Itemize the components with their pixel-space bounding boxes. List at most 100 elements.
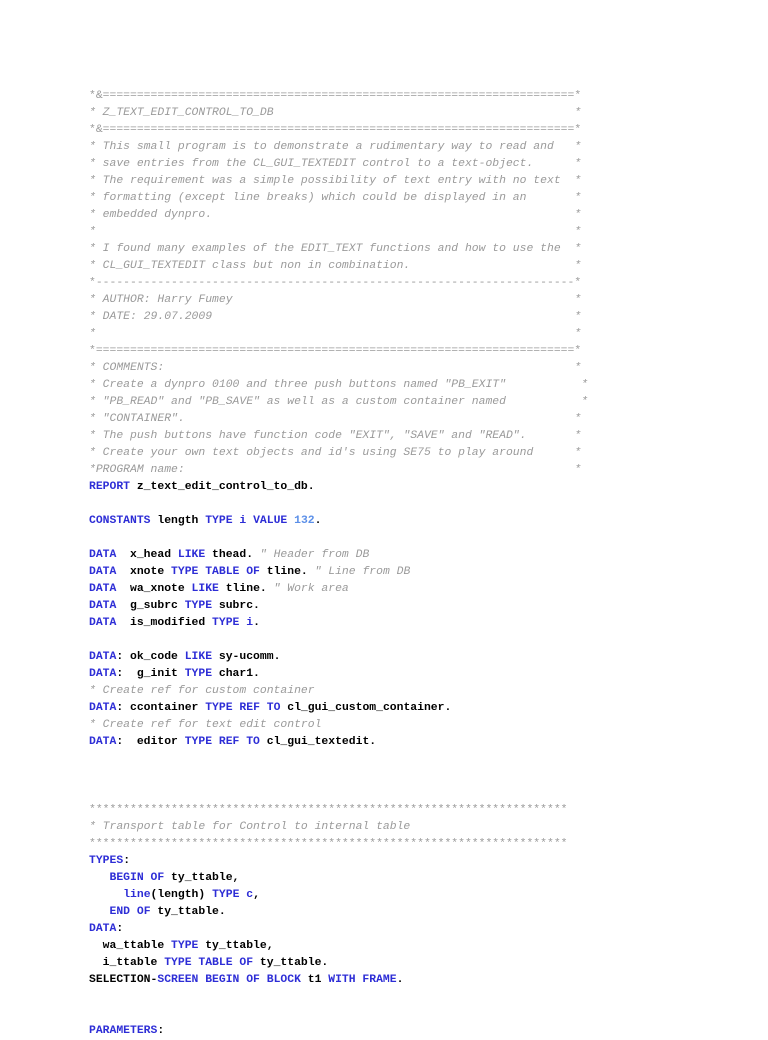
- code-line: CONSTANTS length TYPE i VALUE 132.: [89, 513, 768, 530]
- comment-line: * save entries from the CL_GUI_TEXTEDIT …: [89, 156, 768, 173]
- identifier-token: .: [314, 515, 322, 527]
- comment-line: * The requirement was a simple possibili…: [89, 173, 768, 190]
- comment-text: * *: [89, 226, 582, 238]
- comment-line: * "CONTAINER". *: [89, 411, 768, 428]
- separator-text: ****************************************…: [89, 838, 568, 850]
- keyword-token: TYPE: [184, 668, 213, 680]
- comment-line: * Z_TEXT_EDIT_CONTROL_TO_DB *: [89, 105, 768, 122]
- code-line: line(length) TYPE c,: [89, 887, 768, 904]
- comment-line: *PROGRAM name: *: [89, 462, 768, 479]
- keyword-token: DATA: [89, 702, 117, 714]
- comment-text: * DATE: 29.07.2009 *: [89, 311, 582, 323]
- comment-text: * COMMENTS: *: [89, 362, 582, 374]
- keyword-token: LIKE: [191, 583, 219, 595]
- code-line: DATA: ok_code LIKE sy-ucomm.: [89, 649, 768, 666]
- keyword-token: SCREEN BEGIN OF BLOCK: [157, 974, 301, 986]
- code-line: TYPES:: [89, 853, 768, 870]
- keyword-token: line: [123, 889, 151, 901]
- comment-separator-line: ****************************************…: [89, 802, 768, 819]
- keyword-token: END OF: [109, 906, 151, 918]
- code-line: DATA xnote TYPE TABLE OF tline. " Line f…: [89, 564, 768, 581]
- identifier-token: :: [116, 923, 124, 935]
- document-page: *&======================================…: [0, 0, 768, 1037]
- comment-line: * embedded dynpro. *: [89, 207, 768, 224]
- keyword-token: REPORT: [89, 481, 131, 493]
- identifier-token: i_ttable: [89, 957, 165, 969]
- keyword-token: TYPE: [171, 940, 199, 952]
- comment-line: * COMMENTS: *: [89, 360, 768, 377]
- identifier-token: wa_ttable: [89, 940, 172, 952]
- identifier-token: :: [157, 1025, 165, 1037]
- keyword-token: VALUE: [253, 515, 288, 527]
- comment-line: * *: [89, 224, 768, 241]
- keyword-token: DATA: [89, 923, 117, 935]
- comment-separator-line: ****************************************…: [89, 836, 768, 853]
- separator-text: *&======================================…: [89, 90, 582, 102]
- keyword-token: BEGIN OF: [109, 872, 165, 884]
- comment-line: * "PB_READ" and "PB_SAVE" as well as a c…: [89, 394, 768, 411]
- keyword-token: LIKE: [177, 549, 206, 561]
- identifier-token: ty_ttable,: [198, 940, 274, 952]
- separator-text: *=======================================…: [89, 345, 582, 357]
- identifier-token: ty_ttable.: [150, 906, 226, 918]
- identifier-token: SELECTION-: [89, 974, 158, 986]
- keyword-token: TYPE TABLE OF: [164, 957, 254, 969]
- keyword-token: DATA: [89, 566, 117, 578]
- identifier-token: .: [396, 974, 404, 986]
- keyword-token: WITH FRAME: [328, 974, 397, 986]
- identifier-token: xnote: [116, 566, 172, 578]
- identifier-token: tline.: [218, 583, 274, 595]
- comment-separator-line: *&======================================…: [89, 122, 768, 139]
- identifier-token: ty_ttable.: [253, 957, 329, 969]
- code-line: END OF ty_ttable.: [89, 904, 768, 921]
- inline-comment-token: " Line from DB: [314, 566, 411, 578]
- comment-line: * Create ref for text edit control: [89, 717, 768, 734]
- keyword-token: DATA: [89, 549, 117, 561]
- comment-line: * *: [89, 326, 768, 343]
- comment-separator-line: *---------------------------------------…: [89, 275, 768, 292]
- keyword-token: TYPE c: [212, 889, 254, 901]
- separator-text: ****************************************…: [89, 804, 568, 816]
- comment-text: * The requirement was a simple possibili…: [89, 175, 582, 187]
- identifier-token: sy-ucomm.: [212, 651, 281, 663]
- identifier-token: [89, 906, 110, 918]
- keyword-token: TYPE: [212, 617, 240, 629]
- code-line: DATA: editor TYPE REF TO cl_gui_textedit…: [89, 734, 768, 751]
- comment-line: * AUTHOR: Harry Fumey *: [89, 292, 768, 309]
- comment-text: * Create a dynpro 0100 and three push bu…: [89, 379, 588, 391]
- keyword-token: TYPE TABLE OF: [171, 566, 260, 578]
- comment-text: * "PB_READ" and "PB_SAVE" as well as a c…: [89, 396, 588, 408]
- code-line: DATA x_head LIKE thead. " Header from DB: [89, 547, 768, 564]
- literal-token: 132: [294, 515, 315, 527]
- comment-line: * This small program is to demonstrate a…: [89, 139, 768, 156]
- identifier-token: is_modified: [116, 617, 213, 629]
- comment-text: * save entries from the CL_GUI_TEXTEDIT …: [89, 158, 582, 170]
- keyword-token: DATA: [89, 736, 117, 748]
- keyword-token: CONSTANTS: [89, 515, 151, 527]
- comment-line: * The push buttons have function code "E…: [89, 428, 768, 445]
- inline-comment-token: " Work area: [273, 583, 349, 595]
- code-line: DATA is_modified TYPE i.: [89, 615, 768, 632]
- identifier-token: :: [123, 855, 131, 867]
- separator-text: *&======================================…: [89, 124, 582, 136]
- code-line: DATA: ccontainer TYPE REF TO cl_gui_cust…: [89, 700, 768, 717]
- identifier-token: z_text_edit_control_to_db.: [130, 481, 315, 493]
- comment-line: * Create a dynpro 0100 and three push bu…: [89, 377, 768, 394]
- identifier-token: .: [253, 617, 260, 629]
- comment-text: * "CONTAINER". *: [89, 413, 582, 425]
- keyword-token: TYPE REF TO: [205, 702, 281, 714]
- keyword-token: TYPE REF TO: [184, 736, 260, 748]
- identifier-token: g_subrc: [116, 600, 185, 612]
- identifier-token: char1.: [212, 668, 260, 680]
- comment-line: * CL_GUI_TEXTEDIT class but non in combi…: [89, 258, 768, 275]
- inline-comment-token: " Header from DB: [259, 549, 370, 561]
- identifier-token: (length): [150, 889, 213, 901]
- code-line: PARAMETERS:: [89, 1023, 768, 1040]
- code-line: SELECTION-SCREEN BEGIN OF BLOCK t1 WITH …: [89, 972, 768, 989]
- identifier-token: cl_gui_custom_container.: [280, 702, 452, 714]
- identifier-token: subrc.: [212, 600, 260, 612]
